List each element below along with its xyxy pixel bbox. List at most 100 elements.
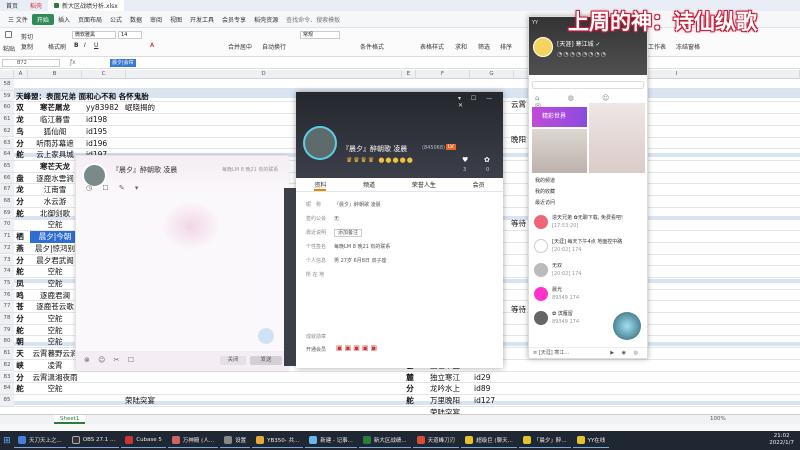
underline-button[interactable]: U	[94, 42, 98, 49]
window-controls[interactable]: ▾ ☐ — ✕	[458, 95, 503, 109]
guild-name-cell[interactable]: 空舵	[30, 336, 80, 348]
my-channels-item[interactable]: 我的频道	[535, 176, 555, 187]
number-format-select[interactable]: 常规	[300, 31, 340, 39]
name-box[interactable]: B72	[2, 59, 60, 67]
status-cell[interactable]: 云霄	[511, 99, 526, 111]
id-cell[interactable]: id195	[86, 126, 107, 138]
guild-name-cell[interactable]: 万里晚阳	[420, 395, 470, 407]
list-item[interactable]: [天涯] 每天下午4点 地面控中路 [20:02] 174	[532, 236, 646, 260]
taskbar-app[interactable]: YB350- 共...	[252, 433, 304, 448]
row-header[interactable]: 60	[0, 102, 14, 115]
guild-name-cell[interactable]: 云霄暮野云涧	[30, 348, 80, 360]
guild-name-cell[interactable]: 寒芒天龙	[30, 161, 80, 173]
user-avatar[interactable]	[533, 37, 553, 57]
group-label[interactable]: 舵	[404, 395, 416, 407]
menu-member[interactable]: 会员专享	[218, 15, 250, 24]
menu-insert[interactable]: 插入	[54, 15, 74, 24]
gift-icon[interactable]: ✿	[484, 156, 490, 164]
member-icons[interactable]: ▣▣▣▣▣	[336, 344, 379, 352]
heart-icon[interactable]: ♥	[462, 156, 468, 164]
group-label[interactable]: 栖	[14, 231, 26, 243]
sort-button[interactable]: 排序	[500, 42, 512, 51]
font-name-select[interactable]: 微软雅黑	[72, 31, 116, 39]
add-remark-button[interactable]: 添加备注	[334, 229, 363, 237]
taskbar-app[interactable]: YY在线	[572, 433, 610, 448]
guild-name-cell[interactable]: 荣陆突宴	[420, 407, 470, 414]
col-header-c[interactable]: C	[82, 70, 126, 79]
row-header[interactable]: 61	[0, 114, 14, 126]
guild-name-cell[interactable]: 空舵	[30, 383, 80, 395]
guild-name-cell[interactable]: 北御剑歌	[30, 208, 80, 220]
row-header[interactable]: 80	[0, 336, 14, 349]
menu-start[interactable]: 开始	[31, 13, 54, 25]
row-header[interactable]: 69	[0, 207, 14, 220]
taskbar-app[interactable]: 万神殿 (人...	[167, 433, 219, 448]
windows-start-icon[interactable]: ⊞	[0, 431, 14, 450]
group-label[interactable]: 舵	[14, 383, 26, 395]
status-cell[interactable]: 等待	[511, 218, 526, 230]
guild-name-cell[interactable]: 独立寒江	[420, 372, 470, 384]
floating-badge[interactable]	[613, 312, 641, 340]
group-label[interactable]: 苍	[14, 301, 26, 313]
taskbar-app[interactable]: 天刀天上之...	[14, 433, 66, 448]
yy-search-input[interactable]	[532, 81, 644, 89]
featured-photo[interactable]	[589, 103, 645, 173]
formula-input[interactable]: 晨夕|会帘	[110, 59, 136, 67]
taskbar-app[interactable]: 新建 - 记事...	[305, 433, 357, 448]
col-header-b[interactable]: B	[28, 70, 82, 79]
group-label[interactable]: 分	[14, 255, 26, 267]
group-label[interactable]: 鸣	[14, 290, 26, 302]
italic-button[interactable]: I	[84, 42, 86, 49]
mic-icon[interactable]	[258, 328, 274, 344]
bold-button[interactable]: B	[74, 42, 79, 49]
col-header-a[interactable]: A	[14, 70, 28, 79]
guild-name-cell[interactable]: 空舵	[30, 325, 80, 337]
section-title[interactable]: 天峰盟：表面兄弟 面和心不和 各怀鬼胎	[16, 91, 149, 103]
taskbar-app[interactable]: 新大区战绩...	[358, 433, 411, 448]
wrap-button[interactable]: 自动换行	[262, 42, 286, 51]
list-item[interactable]: 造天兄弟 ✿无聊下载, 免费看吧! [17:53:20]	[532, 212, 646, 236]
sheet-tab-sheet1[interactable]: Sheet1	[54, 415, 86, 424]
guild-name-cell[interactable]: 晨夕|今朝	[30, 231, 80, 243]
col-header-e[interactable]: E	[402, 70, 416, 79]
group-label[interactable]: 舵	[14, 208, 26, 220]
taskbar-clock[interactable]: 21:02 2022/1/7	[769, 433, 794, 447]
group-label[interactable]: 分	[14, 372, 26, 384]
row-header[interactable]: 65	[0, 160, 14, 173]
taskbar-app[interactable]: OBS 27.1 ...	[67, 433, 120, 448]
guild-name-cell[interactable]: 寒芒屠龙	[30, 102, 80, 114]
group-label[interactable]: 舵	[14, 266, 26, 278]
guild-name-cell[interactable]: 水云游	[30, 196, 80, 208]
menu-file[interactable]: 三 文件	[4, 15, 32, 24]
row-header[interactable]: 79	[0, 324, 14, 337]
row-header[interactable]: 77	[0, 301, 14, 313]
format-painter-button[interactable]: 格式刷	[48, 42, 66, 51]
guild-name-cell[interactable]: 空舵	[30, 278, 80, 290]
tab-channel[interactable]: 频道	[363, 180, 375, 191]
id-cell[interactable]: id127	[474, 395, 495, 407]
tab-home[interactable]: 首页	[0, 0, 24, 11]
group-label[interactable]: 盘	[14, 173, 26, 185]
row-header[interactable]: 83	[0, 371, 14, 384]
tab-docer[interactable]: 稻壳	[24, 0, 48, 11]
row-header[interactable]: 63	[0, 137, 14, 150]
chat-contact-name[interactable]: 『晨夕』醉朝歌 凌晨	[112, 165, 177, 175]
profile-avatar[interactable]	[303, 126, 337, 160]
guild-name-cell[interactable]: 龙吟水上	[420, 383, 470, 395]
row-header[interactable]: 78	[0, 313, 14, 325]
group-label[interactable]: 麓	[404, 372, 416, 384]
guild-name-cell[interactable]: 逐鹿君澜	[30, 290, 80, 302]
menu-developer[interactable]: 开发工具	[186, 15, 218, 24]
font-size-select[interactable]: 14	[118, 31, 142, 39]
guild-name-cell[interactable]: 空舵	[30, 219, 80, 231]
paste-button[interactable]	[5, 31, 12, 38]
row-header[interactable]: 73	[0, 254, 14, 267]
group-label[interactable]: 凤	[14, 278, 26, 290]
status-cell[interactable]: 晚阳	[511, 134, 526, 146]
status-cell[interactable]: 等待	[511, 304, 526, 316]
row-header[interactable]: 84	[0, 383, 14, 395]
chat-toolbar-icons[interactable]: ◷ ☐ ✎ ▾	[86, 184, 142, 192]
close-button[interactable]: 关闭	[220, 356, 246, 365]
row-header[interactable]: 72	[0, 242, 14, 255]
cut-button[interactable]: 剪切	[21, 32, 33, 41]
